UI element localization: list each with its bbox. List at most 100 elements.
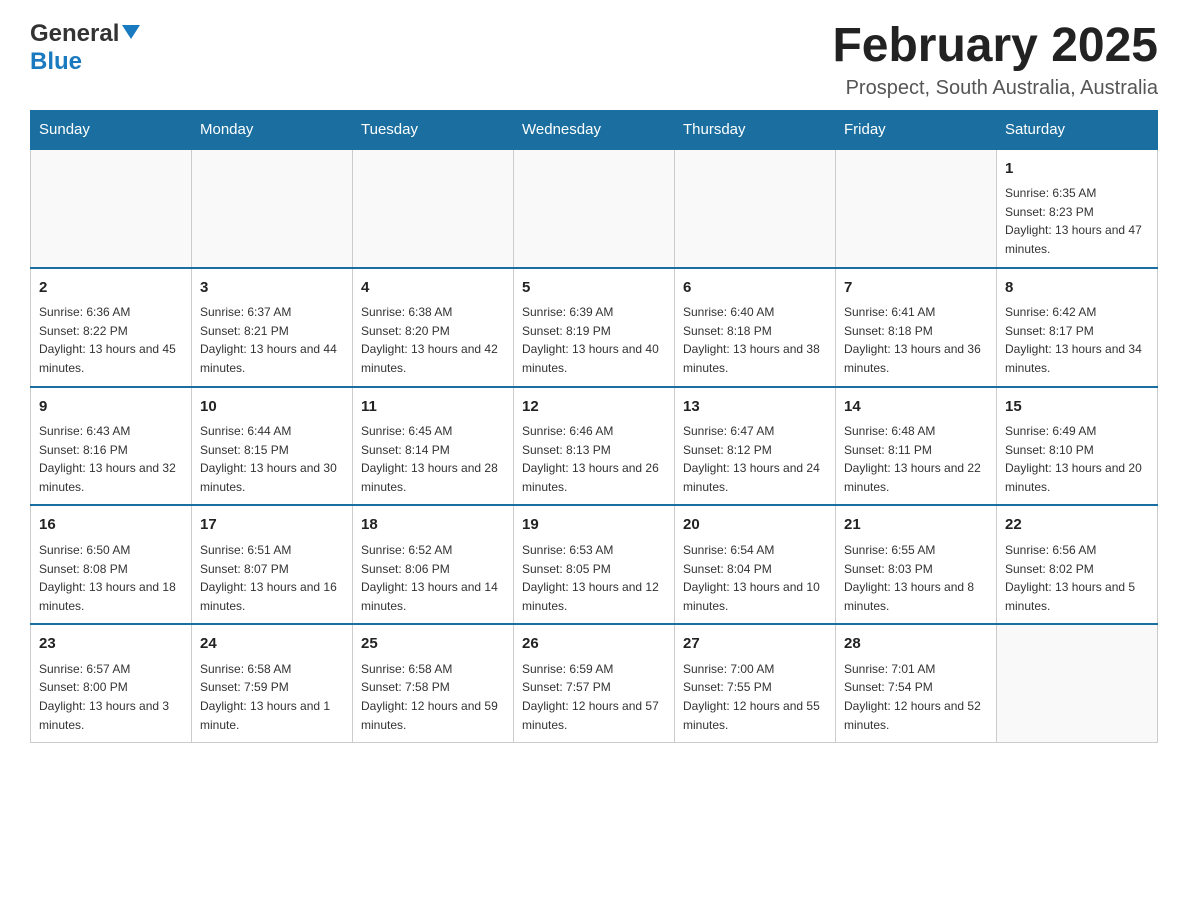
day-number: 10	[200, 396, 344, 419]
day-number: 1	[1005, 158, 1149, 181]
day-number: 26	[522, 633, 666, 656]
calendar-cell	[31, 149, 192, 268]
day-info: Sunrise: 6:57 AM Sunset: 8:00 PM Dayligh…	[39, 660, 183, 734]
day-number: 4	[361, 277, 505, 300]
calendar-header-row: SundayMondayTuesdayWednesdayThursdayFrid…	[31, 110, 1158, 149]
calendar-cell: 28 Sunrise: 7:01 AM Sunset: 7:54 PM Dayli…	[836, 624, 997, 742]
calendar-cell: 19 Sunrise: 6:53 AM Sunset: 8:05 PM Dayli…	[514, 505, 675, 624]
day-info: Sunrise: 6:55 AM Sunset: 8:03 PM Dayligh…	[844, 541, 988, 615]
calendar-cell: 10 Sunrise: 6:44 AM Sunset: 8:15 PM Dayli…	[192, 387, 353, 506]
logo-triangle-icon	[122, 25, 140, 43]
day-info: Sunrise: 6:41 AM Sunset: 8:18 PM Dayligh…	[844, 303, 988, 377]
day-info: Sunrise: 6:59 AM Sunset: 7:57 PM Dayligh…	[522, 660, 666, 734]
calendar-cell: 18Sunrise: 6:52 AM Sunset: 8:06 PM Dayli…	[353, 505, 514, 624]
logo-general-text: General	[30, 20, 119, 48]
day-info: Sunrise: 6:38 AM Sunset: 8:20 PM Dayligh…	[361, 303, 505, 377]
calendar-cell: 14 Sunrise: 6:48 AM Sunset: 8:11 PM Dayli…	[836, 387, 997, 506]
day-number: 24	[200, 633, 344, 656]
day-number: 16	[39, 514, 183, 537]
day-info: Sunrise: 6:50 AM Sunset: 8:08 PM Dayligh…	[39, 541, 183, 615]
calendar-cell: 13 Sunrise: 6:47 AM Sunset: 8:12 PM Dayli…	[675, 387, 836, 506]
calendar-cell	[353, 149, 514, 268]
day-info: Sunrise: 6:40 AM Sunset: 8:18 PM Dayligh…	[683, 303, 827, 377]
calendar-cell: 22 Sunrise: 6:56 AM Sunset: 8:02 PM Dayli…	[997, 505, 1158, 624]
day-number: 7	[844, 277, 988, 300]
calendar-week-3: 9 Sunrise: 6:43 AM Sunset: 8:16 PM Daylig…	[31, 387, 1158, 506]
day-number: 2	[39, 277, 183, 300]
day-info: Sunrise: 7:01 AM Sunset: 7:54 PM Dayligh…	[844, 660, 988, 734]
calendar-table: SundayMondayTuesdayWednesdayThursdayFrid…	[30, 110, 1158, 743]
calendar-cell	[836, 149, 997, 268]
day-info: Sunrise: 6:45 AM Sunset: 8:14 PM Dayligh…	[361, 422, 505, 496]
day-number: 21	[844, 514, 988, 537]
calendar-cell	[675, 149, 836, 268]
calendar-cell: 12 Sunrise: 6:46 AM Sunset: 8:13 PM Dayli…	[514, 387, 675, 506]
calendar-week-5: 23 Sunrise: 6:57 AM Sunset: 8:00 PM Dayli…	[31, 624, 1158, 742]
calendar-cell	[192, 149, 353, 268]
calendar-cell	[514, 149, 675, 268]
calendar-header-friday: Friday	[836, 110, 997, 149]
calendar-cell: 17 Sunrise: 6:51 AM Sunset: 8:07 PM Dayli…	[192, 505, 353, 624]
calendar-week-2: 2Sunrise: 6:36 AM Sunset: 8:22 PM Daylig…	[31, 268, 1158, 387]
page-header: General Blue February 2025 Prospect, Sou…	[30, 20, 1158, 100]
logo-area: General Blue	[30, 20, 141, 76]
day-number: 14	[844, 396, 988, 419]
day-info: Sunrise: 6:44 AM Sunset: 8:15 PM Dayligh…	[200, 422, 344, 496]
calendar-cell: 7 Sunrise: 6:41 AM Sunset: 8:18 PM Daylig…	[836, 268, 997, 387]
calendar-cell: 26 Sunrise: 6:59 AM Sunset: 7:57 PM Dayli…	[514, 624, 675, 742]
day-info: Sunrise: 6:49 AM Sunset: 8:10 PM Dayligh…	[1005, 422, 1149, 496]
day-info: Sunrise: 6:48 AM Sunset: 8:11 PM Dayligh…	[844, 422, 988, 496]
day-number: 12	[522, 396, 666, 419]
day-number: 11	[361, 396, 505, 419]
day-number: 9	[39, 396, 183, 419]
day-info: Sunrise: 6:43 AM Sunset: 8:16 PM Dayligh…	[39, 422, 183, 496]
day-info: Sunrise: 6:46 AM Sunset: 8:13 PM Dayligh…	[522, 422, 666, 496]
day-number: 25	[361, 633, 505, 656]
calendar-cell: 25 Sunrise: 6:58 AM Sunset: 7:58 PM Dayli…	[353, 624, 514, 742]
calendar-cell: 23 Sunrise: 6:57 AM Sunset: 8:00 PM Dayli…	[31, 624, 192, 742]
day-info: Sunrise: 6:42 AM Sunset: 8:17 PM Dayligh…	[1005, 303, 1149, 377]
day-number: 19	[522, 514, 666, 537]
calendar-header-thursday: Thursday	[675, 110, 836, 149]
title-area: February 2025 Prospect, South Australia,…	[832, 20, 1158, 100]
calendar-week-1: 1 Sunrise: 6:35 AM Sunset: 8:23 PM Daylig…	[31, 149, 1158, 268]
logo-blue-text: Blue	[30, 48, 82, 75]
calendar-cell: 8 Sunrise: 6:42 AM Sunset: 8:17 PM Daylig…	[997, 268, 1158, 387]
calendar-cell: 15 Sunrise: 6:49 AM Sunset: 8:10 PM Dayli…	[997, 387, 1158, 506]
day-number: 15	[1005, 396, 1149, 419]
day-info: Sunrise: 6:56 AM Sunset: 8:02 PM Dayligh…	[1005, 541, 1149, 615]
day-number: 22	[1005, 514, 1149, 537]
day-info: Sunrise: 6:39 AM Sunset: 8:19 PM Dayligh…	[522, 303, 666, 377]
calendar-cell: 21 Sunrise: 6:55 AM Sunset: 8:03 PM Dayli…	[836, 505, 997, 624]
page-subtitle: Prospect, South Australia, Australia	[832, 77, 1158, 100]
calendar-cell: 1 Sunrise: 6:35 AM Sunset: 8:23 PM Daylig…	[997, 149, 1158, 268]
day-info: Sunrise: 6:54 AM Sunset: 8:04 PM Dayligh…	[683, 541, 827, 615]
day-number: 28	[844, 633, 988, 656]
day-info: Sunrise: 6:35 AM Sunset: 8:23 PM Dayligh…	[1005, 184, 1149, 258]
calendar-cell: 27 Sunrise: 7:00 AM Sunset: 7:55 PM Dayli…	[675, 624, 836, 742]
day-number: 8	[1005, 277, 1149, 300]
day-info: Sunrise: 6:37 AM Sunset: 8:21 PM Dayligh…	[200, 303, 344, 377]
calendar-cell: 24Sunrise: 6:58 AM Sunset: 7:59 PM Dayli…	[192, 624, 353, 742]
calendar-cell: 6 Sunrise: 6:40 AM Sunset: 8:18 PM Daylig…	[675, 268, 836, 387]
day-number: 6	[683, 277, 827, 300]
day-info: Sunrise: 6:47 AM Sunset: 8:12 PM Dayligh…	[683, 422, 827, 496]
day-number: 20	[683, 514, 827, 537]
day-number: 17	[200, 514, 344, 537]
day-info: Sunrise: 6:53 AM Sunset: 8:05 PM Dayligh…	[522, 541, 666, 615]
day-info: Sunrise: 6:58 AM Sunset: 7:58 PM Dayligh…	[361, 660, 505, 734]
day-info: Sunrise: 6:51 AM Sunset: 8:07 PM Dayligh…	[200, 541, 344, 615]
calendar-header-sunday: Sunday	[31, 110, 192, 149]
calendar-cell: 4 Sunrise: 6:38 AM Sunset: 8:20 PM Daylig…	[353, 268, 514, 387]
day-number: 23	[39, 633, 183, 656]
day-number: 3	[200, 277, 344, 300]
calendar-cell: 11 Sunrise: 6:45 AM Sunset: 8:14 PM Dayli…	[353, 387, 514, 506]
page-title: February 2025	[832, 20, 1158, 73]
day-number: 13	[683, 396, 827, 419]
day-number: 27	[683, 633, 827, 656]
calendar-cell: 3 Sunrise: 6:37 AM Sunset: 8:21 PM Daylig…	[192, 268, 353, 387]
calendar-header-saturday: Saturday	[997, 110, 1158, 149]
day-number: 5	[522, 277, 666, 300]
day-info: Sunrise: 7:00 AM Sunset: 7:55 PM Dayligh…	[683, 660, 827, 734]
day-number: 18	[361, 514, 505, 537]
